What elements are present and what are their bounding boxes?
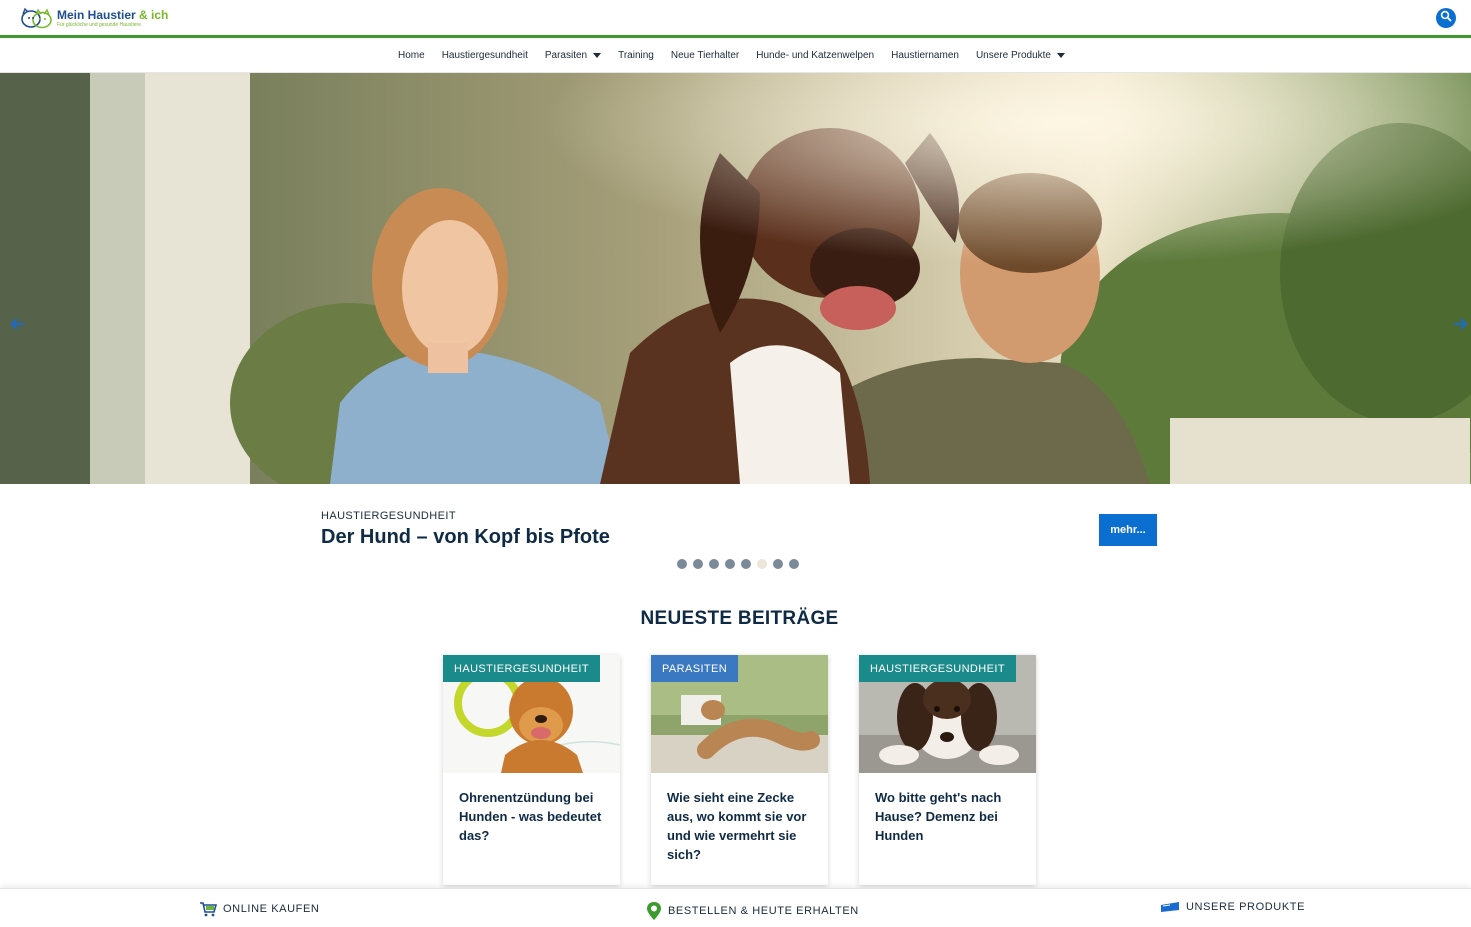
nav-item-parasites[interactable]: Parasiten [545, 50, 602, 61]
article-card[interactable]: HAUSTIERGESUNDHEIT Ohrenentzündung bei H… [443, 655, 620, 885]
hero-image [0, 73, 1471, 484]
slider-dot[interactable] [741, 559, 751, 569]
article-image: HAUSTIERGESUNDHEIT [443, 655, 620, 773]
site-logo[interactable]: Mein Haustier & ich Für glückliche und g… [20, 6, 168, 30]
shopping-cart-icon [199, 901, 217, 917]
slider-prev-button[interactable] [10, 316, 26, 332]
nav-item-pet-names[interactable]: Haustiernamen [891, 50, 959, 61]
caret-down-icon [593, 52, 602, 58]
slide-title: Der Hund – von Kopf bis Pfote [321, 526, 610, 548]
nav-item-new-owners[interactable]: Neue Tierhalter [671, 50, 739, 61]
slider-dot[interactable] [789, 559, 799, 569]
slider-dot[interactable] [757, 559, 767, 569]
nav-item-home[interactable]: Home [398, 50, 425, 61]
slider-pagination [677, 559, 799, 569]
caret-down-icon [1056, 52, 1065, 58]
article-title[interactable]: Ohrenentzündung bei Hunden - was bedeute… [443, 773, 620, 845]
slide-category: HAUSTIERGESUNDHEIT [321, 510, 456, 522]
article-card[interactable]: PARASITEN Wie sieht eine Zecke aus, wo k… [651, 655, 828, 885]
slider-dot[interactable] [773, 559, 783, 569]
logo-tagline: Für glückliche und gesunde Haustiere [57, 21, 141, 28]
arrow-left-icon [11, 318, 25, 330]
category-badge: HAUSTIERGESUNDHEIT [859, 655, 1016, 682]
category-badge: HAUSTIERGESUNDHEIT [443, 655, 600, 682]
nav-item-our-products[interactable]: Unsere Produkte [976, 50, 1065, 61]
our-products-link[interactable]: UNSERE PRODUKTE [1160, 901, 1305, 913]
more-button[interactable]: mehr... [1099, 514, 1157, 546]
search-button[interactable] [1436, 8, 1456, 28]
article-image: PARASITEN [651, 655, 828, 773]
slider-dot[interactable] [677, 559, 687, 569]
logo-title: Mein Haustier & ich [57, 7, 169, 22]
slider-dot[interactable] [725, 559, 735, 569]
article-title[interactable]: Wie sieht eine Zecke aus, wo kommt sie v… [651, 773, 828, 864]
site-header: Mein Haustier & ich Für glückliche und g… [0, 0, 1471, 35]
arrow-right-icon [1453, 318, 1467, 330]
slider-dot[interactable] [693, 559, 703, 569]
online-kaufen-link[interactable]: ONLINE KAUFEN [199, 901, 319, 917]
article-image: HAUSTIERGESUNDHEIT [859, 655, 1036, 773]
order-today-link[interactable]: BESTELLEN & HEUTE ERHALTEN [646, 901, 859, 921]
nav-item-puppies-kittens[interactable]: Hunde- und Katzenwelpen [756, 50, 874, 61]
pet-logo-icon [20, 7, 54, 29]
article-card[interactable]: HAUSTIERGESUNDHEIT Wo bitte geht's nach … [859, 655, 1036, 885]
main-nav: Home Haustiergesundheit Parasiten Traini… [0, 38, 1471, 73]
slider-dot[interactable] [709, 559, 719, 569]
search-icon [1440, 9, 1452, 27]
nav-item-training[interactable]: Training [618, 50, 654, 61]
slider-next-button[interactable] [1452, 316, 1468, 332]
section-title-latest-posts: NEUESTE BEITRÄGE [640, 608, 839, 629]
product-box-icon [1160, 901, 1180, 913]
category-badge: PARASITEN [651, 655, 739, 682]
article-title[interactable]: Wo bitte geht's nach Hause? Demenz bei H… [859, 773, 1036, 845]
location-pin-icon [646, 901, 662, 921]
sticky-footer-bar: ONLINE KAUFEN BESTELLEN & HEUTE ERHALTEN… [0, 888, 1471, 927]
nav-item-pet-health[interactable]: Haustiergesundheit [442, 50, 528, 61]
hero-slider [0, 73, 1471, 484]
